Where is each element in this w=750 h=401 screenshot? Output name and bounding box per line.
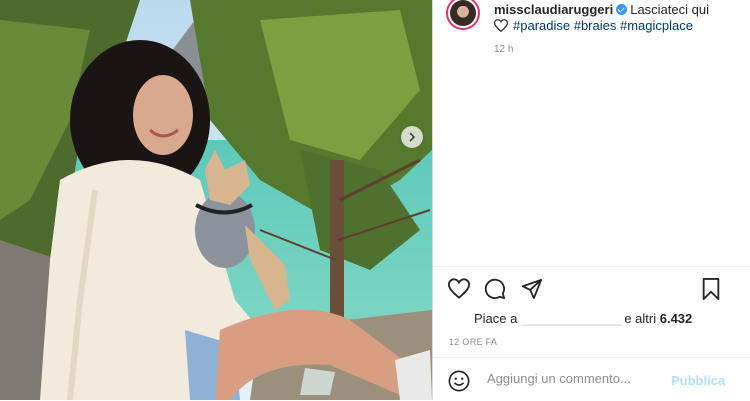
likes-count[interactable]: 6.432 <box>660 311 693 326</box>
heart-icon[interactable] <box>448 278 470 299</box>
caption-timestamp: 12 h <box>494 44 514 55</box>
avatar-image <box>450 0 476 26</box>
likes-prefix: Piace a <box>474 311 518 326</box>
heart-icon <box>494 19 508 32</box>
comment-icon[interactable] <box>484 278 506 300</box>
bookmark-icon[interactable] <box>701 278 721 300</box>
share-icon[interactable] <box>521 278 543 300</box>
carousel-next-button[interactable] <box>401 126 423 148</box>
post-photo[interactable] <box>0 0 432 400</box>
post-time-ago: 12 ORE FA <box>449 337 498 347</box>
publish-button[interactable]: Pubblica <box>671 373 725 388</box>
likes-suffix: e altri <box>624 311 657 326</box>
action-bar <box>433 266 750 267</box>
username-link[interactable]: missclaudiaruggeri <box>494 2 613 17</box>
avatar[interactable] <box>446 0 480 30</box>
comment-bar: Pubblica <box>433 357 750 401</box>
caption-text: Lasciateci qui <box>630 2 709 17</box>
photo-image <box>0 0 432 400</box>
chevron-right-icon <box>409 132 416 142</box>
comment-input[interactable] <box>485 370 659 387</box>
emoji-icon[interactable] <box>448 370 470 392</box>
post-caption: missclaudiaruggeri Lasciateci qui #paradi… <box>494 2 744 34</box>
post-side-panel: missclaudiaruggeri Lasciateci qui #paradi… <box>432 0 750 400</box>
likes-summary: Piace a ________________ e altri 6.432 <box>474 311 692 326</box>
verified-badge-icon <box>616 4 628 15</box>
liked-by-user-link[interactable]: ________________ <box>521 311 622 326</box>
hashtags-link[interactable]: #paradise #braies #magicplace <box>513 18 693 33</box>
